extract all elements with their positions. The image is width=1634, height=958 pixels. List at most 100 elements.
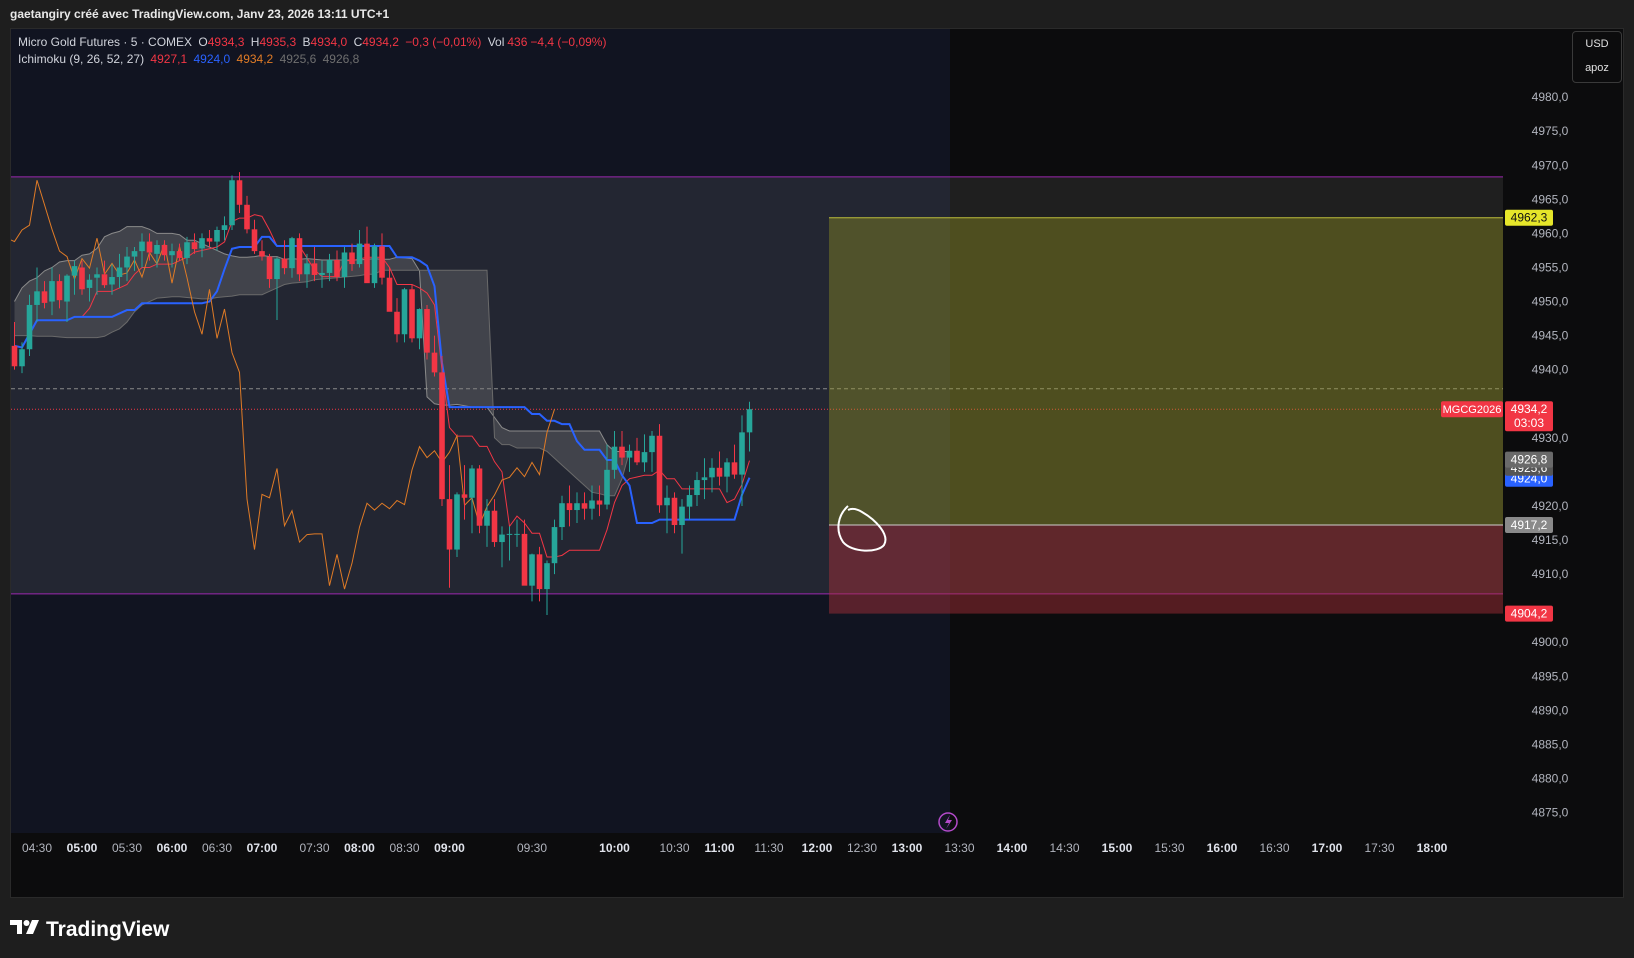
scale-settings-box[interactable]: USD apoz (1572, 31, 1622, 83)
candle-body (619, 446, 625, 458)
time-tick-label: 14:00 (997, 841, 1028, 855)
candle-body (649, 435, 655, 453)
candle[interactable] (656, 424, 663, 513)
time-tick-label: 17:00 (1312, 841, 1343, 855)
indicator-label[interactable]: Ichimoku (9, 26, 52, 27) (18, 52, 144, 66)
candle-body (664, 497, 670, 506)
candle-body (506, 533, 513, 535)
price-tick-label: 4910,0 (1532, 567, 1569, 581)
candle-body (319, 272, 325, 275)
candle-body (19, 349, 25, 367)
stop-zone[interactable] (829, 525, 1503, 614)
time-tick-label: 05:30 (112, 841, 142, 855)
candle[interactable] (439, 356, 445, 506)
candle-body (214, 230, 220, 242)
price-tick-label: 4970,0 (1532, 158, 1569, 172)
candle[interactable] (409, 284, 415, 343)
candle-body (514, 533, 520, 535)
countdown-label: 03:03 (1514, 416, 1544, 430)
low-value: 4934,0 (310, 35, 348, 49)
candle-body (559, 503, 565, 528)
candle-body (379, 246, 385, 278)
price-tick-label: 4975,0 (1532, 124, 1569, 138)
candle-body (244, 204, 250, 230)
candle-body (551, 527, 558, 564)
price-tag[interactable]: 4926,8 (1505, 451, 1553, 468)
candle[interactable] (296, 233, 303, 282)
time-tick-label: 06:30 (202, 841, 232, 855)
time-tick-label: 05:00 (67, 841, 98, 855)
candle-body (364, 243, 370, 284)
time-tick-label: 18:00 (1417, 841, 1448, 855)
zones-layer (11, 176, 1503, 614)
candle-body (311, 263, 318, 275)
chikou-value: 4934,2 (236, 52, 274, 66)
target-price-tag-label: 4962,3 (1511, 211, 1548, 225)
candle-body (544, 563, 550, 590)
candle-body (161, 244, 168, 256)
price-chart[interactable]: 4980,0 4975,0 4970,0 4965,0 4960,0 4955,0 4950… (0, 0, 1634, 958)
price-tick-label: 4920,0 (1532, 499, 1569, 513)
candle-body (604, 469, 610, 505)
candle-body (724, 462, 730, 477)
time-tick-label: 16:00 (1207, 841, 1238, 855)
candle-body (581, 503, 588, 509)
candle-body (86, 279, 93, 288)
candle-body (289, 238, 295, 269)
senkou-b-value: 4926,8 (322, 52, 360, 66)
target-zone[interactable] (829, 217, 1503, 526)
candle-body (259, 251, 265, 257)
candle-body (199, 238, 205, 249)
candle-body (596, 500, 603, 505)
time-tick-label: 04:30 (22, 841, 52, 855)
indicator-row: Ichimoku (9, 26, 52, 27) 4927,1 4924,0 4… (18, 51, 612, 68)
candle-body (386, 277, 393, 312)
candle-body (424, 309, 430, 353)
candle-body (446, 499, 453, 550)
time-tick-label: 09:00 (434, 841, 465, 855)
price-tick-label: 4900,0 (1532, 635, 1569, 649)
time-tick-label: 06:00 (157, 841, 188, 855)
candle-body (409, 289, 415, 339)
symbol-label[interactable]: Micro Gold Futures · 5 · COMEX (18, 35, 192, 49)
candle-body (529, 554, 535, 586)
candle-body (146, 241, 153, 253)
candle-body (731, 462, 738, 475)
ohlc-row: Micro Gold Futures · 5 · COMEX O4934,3 H… (18, 34, 612, 51)
price-tick-label: 4915,0 (1532, 533, 1569, 547)
volume-value: 436 (507, 35, 528, 49)
time-tick-label: 08:30 (389, 841, 419, 855)
candle-body (401, 289, 408, 335)
candle-body (739, 432, 745, 475)
candle-body (139, 241, 145, 252)
scale-mode-label[interactable]: apoz (1573, 56, 1621, 80)
candle-body (191, 242, 198, 250)
candle-body (469, 468, 475, 498)
chart-legend: Micro Gold Futures · 5 · COMEX O4934,3 H… (18, 34, 612, 68)
candle-body (394, 311, 400, 335)
brand-footer: TradingView (10, 915, 169, 945)
time-tick-label: 14:30 (1049, 841, 1079, 855)
time-tick-label: 07:00 (247, 841, 278, 855)
candle[interactable] (454, 492, 460, 558)
candle[interactable] (476, 465, 483, 534)
price-tick-label: 4940,0 (1532, 363, 1569, 377)
volume-change: −4,4 (−0,09%) (530, 35, 607, 49)
time-tick-label: 16:30 (1259, 841, 1289, 855)
brand-name: TradingView (46, 918, 170, 941)
candle-body (439, 372, 445, 500)
open-value: 4934,3 (207, 35, 245, 49)
candle-body (589, 500, 595, 509)
price-tag-label: 4926,8 (1511, 453, 1548, 467)
candle-body (304, 263, 310, 275)
candle[interactable] (424, 304, 430, 360)
candle-body (94, 274, 100, 278)
change-value: −0,3 (−0,01%) (405, 35, 482, 49)
candle[interactable] (229, 175, 235, 230)
time-tick-label: 11:30 (754, 841, 783, 855)
candle-body (656, 435, 663, 506)
price-tag[interactable]: 4934,203:03 (1505, 401, 1553, 432)
candle-body (626, 450, 633, 458)
currency-label[interactable]: USD (1573, 32, 1621, 56)
candle[interactable] (371, 243, 378, 288)
